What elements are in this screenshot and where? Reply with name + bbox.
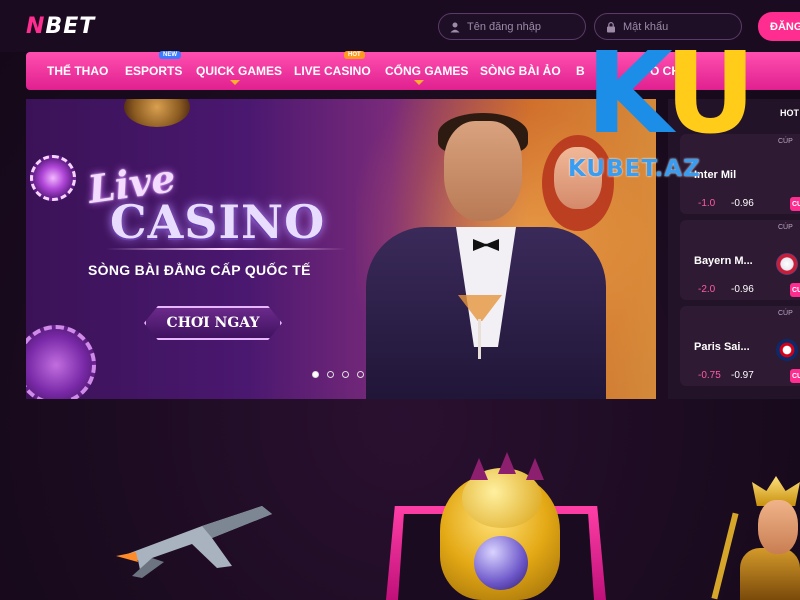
new-badge: NEW (159, 51, 181, 59)
casino-chip-icon (30, 155, 76, 201)
match-handicap[interactable]: -1.0 (698, 198, 715, 209)
bet-button[interactable]: CƯ (790, 369, 800, 383)
fighter-jet-icon[interactable] (112, 486, 282, 586)
bet-button[interactable]: CƯ (790, 197, 800, 211)
match-handicap[interactable]: -0.75 (698, 370, 721, 381)
nav-item-label: LIVE CASINO (294, 64, 371, 78)
match-odds[interactable]: -0.96 (731, 198, 754, 209)
match-card[interactable]: CÚP Bayern M... -2.0 -0.96 CƯ (680, 220, 800, 300)
watermark-site: KUBET.AZ (568, 156, 701, 182)
spike-icon (526, 458, 544, 480)
team-crest-icon (776, 339, 798, 361)
match-card[interactable]: CÚP Paris Sai... -0.75 -0.97 CƯ (680, 306, 800, 386)
banner-subtitle: SÒNG BÀI ĐẲNG CẤP QUỐC TẾ (88, 262, 311, 278)
spike-icon (498, 452, 516, 474)
carousel-dot[interactable] (327, 371, 334, 378)
active-caret-icon (414, 80, 424, 85)
crystal-ball-icon (474, 536, 528, 590)
staff-icon (711, 512, 739, 600)
match-odds[interactable]: -0.96 (731, 284, 754, 295)
nav-item-quick-games[interactable]: QUICK GAMES (196, 52, 282, 90)
watermark-logo: KU KUBET.AZ (568, 38, 800, 198)
nav-item-label: CỔNG GAMES (385, 64, 469, 78)
match-team: Bayern M... (694, 255, 753, 267)
carousel-dot[interactable] (357, 371, 364, 378)
egyptian-goddess-figure[interactable] (758, 500, 798, 554)
hero-banner[interactable]: Live CASINO SÒNG BÀI ĐẲNG CẤP QUỐC TẾ CH… (26, 99, 656, 399)
title-divider (106, 248, 346, 250)
nav-item-label: QUICK GAMES (196, 64, 283, 78)
user-icon (450, 22, 460, 32)
casino-chip-icon (26, 325, 96, 399)
match-cup-label: CÚP (778, 310, 793, 317)
match-team: Paris Sai... (694, 341, 750, 353)
logo-mark: N (26, 13, 46, 39)
carousel-dot[interactable] (342, 371, 349, 378)
team-crest-icon (776, 253, 798, 275)
hot-badge: HOT (344, 51, 365, 59)
username-placeholder: Tên đăng nhập (467, 20, 542, 33)
nav-item-label: THỂ THAO (47, 64, 109, 78)
nav-item-sports[interactable]: THỂ THAO (47, 52, 108, 90)
nav-item-label: SÒNG BÀI ẢO (480, 64, 561, 78)
nav-item-live-casino[interactable]: HOT LIVE CASINO (294, 51, 371, 90)
carousel-dot[interactable] (312, 371, 319, 378)
login-button[interactable]: ĐĂNG (758, 12, 800, 41)
banner-title: CASINO (110, 195, 326, 249)
play-now-button[interactable]: CHƠI NGAY (144, 306, 282, 340)
logo-text: BET (45, 13, 96, 39)
spike-icon (470, 458, 488, 480)
man-figure (444, 121, 522, 221)
nav-item-label: ESPORTS (125, 64, 183, 78)
watermark-brand: KU (586, 38, 756, 150)
watermark-letter-k: K (586, 29, 671, 159)
bet-button[interactable]: CƯ (790, 283, 800, 297)
page: N BET Tên đăng nhập Mật khẩu ĐĂNG THỂ TH… (0, 0, 800, 600)
watermark-letter-u: U (664, 29, 756, 159)
nav-item-virtual-casino[interactable]: SÒNG BÀI ẢO (480, 52, 561, 90)
goddess-body (740, 548, 800, 600)
match-handicap[interactable]: -2.0 (698, 284, 715, 295)
match-odds[interactable]: -0.97 (731, 370, 754, 381)
site-logo[interactable]: N BET (26, 13, 116, 39)
nav-item-esports[interactable]: NEW ESPORTS (125, 51, 183, 90)
match-cup-label: CÚP (778, 224, 793, 231)
carousel-dots (312, 371, 364, 378)
golden-chip-icon (124, 99, 190, 127)
glass-stem (478, 319, 481, 359)
active-caret-icon (230, 80, 240, 85)
nav-item-games-portal[interactable]: CỔNG GAMES (385, 52, 468, 90)
username-field[interactable]: Tên đăng nhập (438, 13, 586, 40)
